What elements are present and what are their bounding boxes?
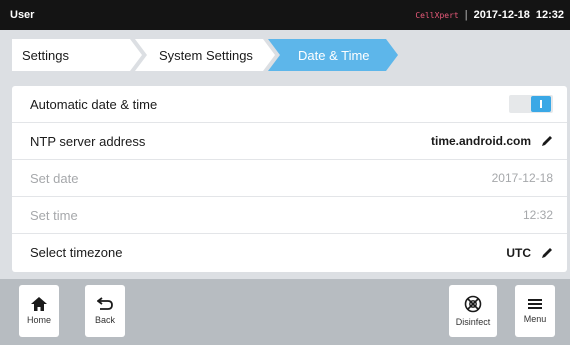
setting-label: Set date — [30, 170, 79, 186]
breadcrumb-label: System Settings — [159, 47, 253, 63]
setting-label: Set time — [30, 207, 78, 223]
menu-label: Menu — [523, 314, 547, 324]
automatic-date-time-toggle[interactable] — [509, 95, 553, 113]
disinfect-label: Disinfect — [455, 317, 491, 327]
menu-button[interactable]: Menu — [515, 285, 555, 337]
bottom-bar: Home Back Disinfect Menu — [0, 279, 570, 345]
pencil-icon[interactable] — [541, 247, 553, 259]
breadcrumb-item-settings[interactable]: Settings — [12, 39, 142, 71]
disinfect-button[interactable]: Disinfect — [449, 285, 497, 337]
breadcrumb-area: Settings System Settings Date & Time — [0, 30, 570, 78]
back-label: Back — [94, 315, 115, 325]
status-date: 2017-12-18 — [473, 9, 530, 21]
home-icon — [31, 297, 47, 311]
timezone-value: UTC — [506, 245, 531, 260]
back-arrow-icon — [97, 297, 113, 310]
ntp-server-value: time.android.com — [430, 134, 531, 148]
pencil-icon[interactable] — [541, 135, 553, 147]
status-bar-right: CellXpert | 2017-12-18 12:32 — [415, 9, 570, 21]
setting-row-automatic-date-time: Automatic date & time — [12, 86, 567, 123]
setting-row-set-time: Set time 12:32 — [12, 197, 567, 234]
setting-row-ntp-server[interactable]: NTP server address time.android.com — [12, 123, 567, 160]
breadcrumb-label: Date & Time — [298, 47, 370, 63]
setting-label: Select timezone — [30, 245, 123, 260]
status-bar: User CellXpert | 2017-12-18 12:32 — [0, 0, 570, 30]
breadcrumb-item-system-settings[interactable]: System Settings — [135, 39, 275, 71]
toggle-knob — [531, 96, 551, 112]
settings-panel: Automatic date & time NTP server address… — [12, 86, 567, 272]
setting-row-set-date: Set date 2017-12-18 — [12, 160, 567, 197]
back-button[interactable]: Back — [85, 285, 125, 337]
setting-label: NTP server address — [30, 133, 146, 149]
disinfect-icon — [464, 295, 482, 313]
status-separator: | — [464, 9, 468, 21]
set-date-value: 2017-12-18 — [491, 171, 553, 185]
setting-label: Automatic date & time — [30, 96, 158, 112]
breadcrumb: Settings System Settings Date & Time — [12, 39, 432, 71]
app-name: CellXpert — [415, 10, 459, 20]
breadcrumb-item-date-time[interactable]: Date & Time — [268, 39, 398, 71]
setting-row-select-timezone[interactable]: Select timezone UTC — [12, 234, 567, 271]
breadcrumb-label: Settings — [22, 47, 69, 63]
home-label: Home — [26, 315, 51, 325]
home-button[interactable]: Home — [19, 285, 59, 337]
set-time-value: 12:32 — [522, 208, 553, 222]
user-label: User — [10, 9, 35, 21]
status-time: 12:32 — [535, 9, 564, 21]
menu-icon — [528, 299, 542, 309]
